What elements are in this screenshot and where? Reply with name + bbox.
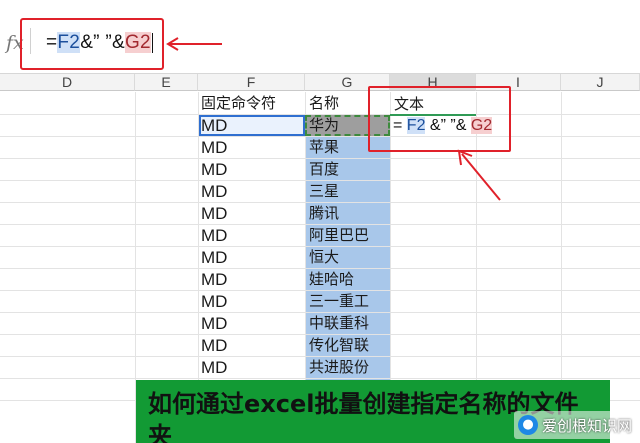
cell-f7[interactable]: MD [201,225,227,246]
cell-g4[interactable]: 百度 [309,159,339,180]
watermark: ● 爱创根知识网 [514,411,637,439]
column-header-e[interactable]: E [135,74,198,91]
cell-f6[interactable]: MD [201,203,227,224]
cell-f12[interactable]: MD [201,335,227,356]
cell-f2[interactable]: MD [201,115,227,136]
watermark-text: 爱创根知识网 [542,416,633,435]
column-header-j[interactable]: J [561,74,640,91]
watermark-logo-icon: ● [518,415,538,435]
cell-g9[interactable]: 娃哈哈 [309,269,354,290]
cell-f5[interactable]: MD [201,181,227,202]
cell-g2[interactable]: 华为 [309,115,339,136]
cell-g3[interactable]: 苹果 [309,137,339,158]
cell-g8[interactable]: 恒大 [309,247,339,268]
cell-f4[interactable]: MD [201,159,227,180]
cell-f9[interactable]: MD [201,269,227,290]
cell-g7[interactable]: 阿里巴巴 [309,225,369,246]
cell-f3[interactable]: MD [201,137,227,158]
cell-f11[interactable]: MD [201,313,227,334]
cell-g1[interactable]: 名称 [309,93,339,114]
formula-bar: fx =F2&” ”&G2 [0,0,640,74]
cell-g10[interactable]: 三一重工 [309,291,369,312]
cell-g13[interactable]: 共进股份 [309,357,369,378]
cell-f10[interactable]: MD [201,291,227,312]
cell-f1[interactable]: 固定命令符 [201,93,276,114]
cell-highlight-box [368,86,511,152]
column-header-f[interactable]: F [198,74,305,91]
cell-g5[interactable]: 三星 [309,181,339,202]
cell-g6[interactable]: 腾讯 [309,203,339,224]
formula-highlight-box [20,18,164,70]
column-header-d[interactable]: D [0,74,135,91]
cell-f8[interactable]: MD [201,247,227,268]
cell-g12[interactable]: 传化智联 [309,335,369,356]
cell-f13[interactable]: MD [201,357,227,378]
cell-g11[interactable]: 中联重科 [309,313,369,334]
